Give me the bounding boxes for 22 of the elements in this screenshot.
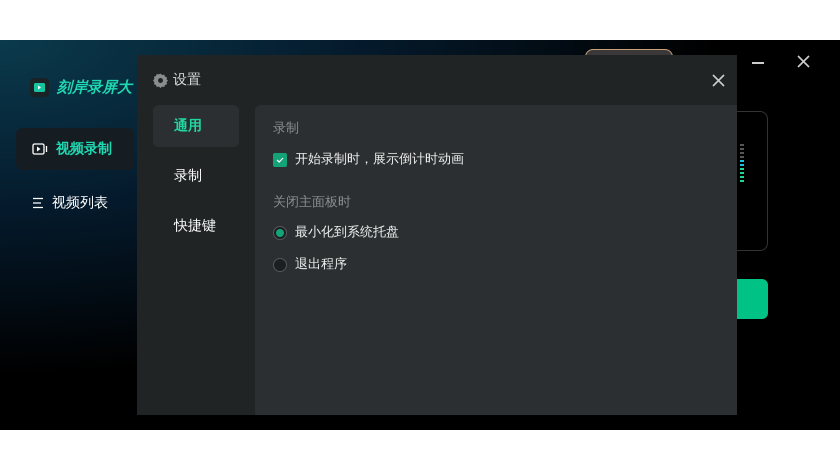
audio-meter-drawing [740,144,744,184]
radio-button[interactable] [273,258,287,272]
option-label: 开始录制时，展示倒计时动画 [295,150,464,169]
close-icon[interactable] [712,74,725,86]
section-heading: 录制 [273,120,300,138]
sidebar-item[interactable]: 视频列表 [16,182,134,224]
option-label: 退出程序 [295,256,347,274]
sidebar-item[interactable]: 视频录制 [16,128,134,170]
settings-tab[interactable]: 快捷键 [153,205,239,247]
logo-icon [30,78,49,97]
checkbox[interactable] [273,152,287,166]
dialog-title: 设置 [173,70,201,90]
settings-icon [153,72,168,88]
settings-tab[interactable]: 通用 [153,105,239,147]
radio-button[interactable] [273,226,287,240]
video-camera-icon [32,143,48,155]
list-icon [32,197,44,209]
option-label: 最小化到系统托盘 [295,224,399,242]
settings-tab[interactable]: 录制 [153,155,239,197]
app-title: 刻岸录屏大 [57,77,132,98]
section-heading: 关闭主面板时 [273,194,352,212]
close-icon[interactable] [797,55,810,68]
